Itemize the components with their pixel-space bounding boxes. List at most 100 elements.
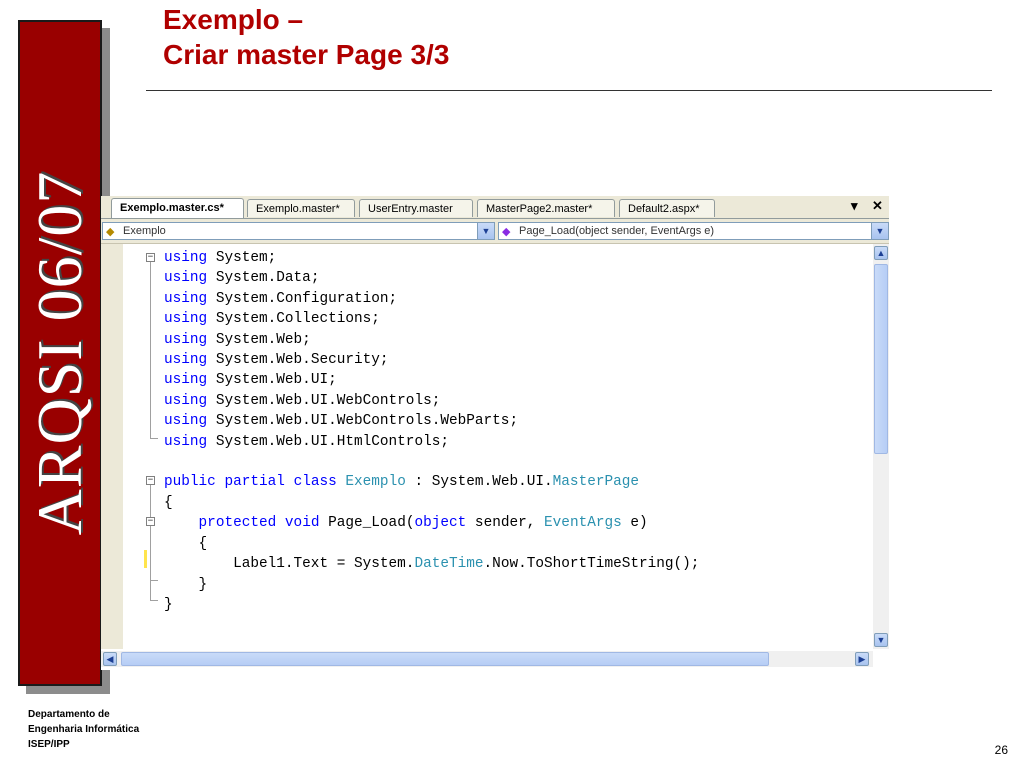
- chevron-down-icon[interactable]: ▼: [874, 633, 888, 647]
- code-token: System;: [207, 250, 277, 266]
- code-area[interactable]: − − − using System; using System.Data; usi…: [101, 244, 873, 649]
- code-line[interactable]: }: [164, 575, 699, 595]
- code-line[interactable]: using System.Configuration;: [164, 289, 699, 309]
- tab-masterpage2-master[interactable]: MasterPage2.master*: [477, 199, 615, 217]
- member-combo[interactable]: ◆ Page_Load(object sender, EventArgs e) …: [498, 222, 889, 240]
- code-line[interactable]: using System.Web.UI.HtmlControls;: [164, 432, 699, 452]
- code-line[interactable]: {: [164, 493, 699, 513]
- code-token: System.Web.Security;: [207, 352, 389, 369]
- code-line[interactable]: using System.Data;: [164, 268, 699, 288]
- keyword-token: using: [164, 311, 208, 328]
- code-token: System.Web.UI.HtmlControls;: [207, 433, 449, 450]
- code-line[interactable]: using System.Collections;: [164, 309, 699, 329]
- keyword-token: using: [164, 290, 208, 307]
- tab-exemplo-master[interactable]: Exemplo.master*: [247, 199, 355, 217]
- outline-guide: [150, 262, 151, 438]
- keyword-token: using: [164, 392, 208, 409]
- keyword-token: using: [164, 331, 208, 348]
- document-tab-strip: Exemplo.master.cs* Exemplo.master* UserE…: [101, 196, 889, 219]
- keyword-token: using: [164, 250, 208, 266]
- tab-userentry-master[interactable]: UserEntry.master: [359, 199, 473, 217]
- collapse-icon[interactable]: −: [146, 476, 155, 485]
- code-token: System.Configuration;: [207, 290, 398, 307]
- keyword-token: public: [164, 474, 216, 491]
- horizontal-scrollbar[interactable]: ◀ ▶: [101, 651, 873, 667]
- chevron-left-icon[interactable]: ◀: [103, 652, 117, 666]
- code-token: {: [164, 535, 208, 552]
- code-token: sender,: [466, 515, 545, 532]
- change-marker: [144, 550, 147, 568]
- outline-guide: [150, 438, 158, 439]
- code-token: .Now.ToShortTimeString();: [483, 556, 700, 573]
- class-combo[interactable]: ◆ Exemplo ▼: [102, 222, 495, 240]
- code-token: System.Data;: [207, 270, 320, 287]
- course-banner: ARQSI 06/07: [18, 20, 102, 686]
- code-line[interactable]: }: [164, 595, 699, 615]
- footer-line-1: Departamento de: [28, 709, 110, 720]
- type-token: Exemplo: [345, 474, 406, 491]
- keyword-token: class: [293, 474, 337, 491]
- source-code[interactable]: using System; using System.Data; using Sys…: [164, 248, 699, 615]
- scroll-thumb[interactable]: [121, 652, 769, 666]
- keyword-token: using: [164, 413, 208, 430]
- footer-line-2: Engenharia Informática: [28, 724, 140, 735]
- page-number: 26: [994, 743, 1008, 757]
- code-token: System.Collections;: [207, 311, 380, 328]
- vertical-scrollbar[interactable]: ▲ ▼: [873, 244, 889, 649]
- chevron-up-icon[interactable]: ▲: [874, 246, 888, 260]
- close-icon[interactable]: ✕: [872, 198, 883, 214]
- dropdown-pin-icon[interactable]: ▾: [851, 198, 858, 214]
- footer-line-3: ISEP/IPP: [28, 739, 70, 750]
- slide-title: Exemplo – Criar master Page 3/3: [163, 2, 449, 72]
- code-line[interactable]: public partial class Exemplo : System.We…: [164, 472, 699, 492]
- scroll-thumb[interactable]: [874, 264, 888, 454]
- code-editor-window: Exemplo.master.cs* Exemplo.master* UserE…: [101, 196, 889, 670]
- type-token: MasterPage: [552, 474, 640, 491]
- chevron-down-icon[interactable]: ▼: [477, 223, 494, 239]
- class-icon: ◆: [106, 226, 115, 238]
- code-token: System.Web.UI.WebControls;: [207, 392, 441, 409]
- method-icon: ◆: [502, 226, 511, 238]
- footer-institution: Departamento de Engenharia Informática I…: [28, 707, 139, 752]
- code-line[interactable]: using System.Web;: [164, 330, 699, 350]
- code-line[interactable]: using System.Web.UI;: [164, 370, 699, 390]
- code-token: Label1.Text = System.: [164, 556, 415, 573]
- banner-text: ARQSI 06/07: [24, 170, 95, 536]
- code-token: }: [164, 576, 208, 593]
- code-token: }: [164, 596, 173, 613]
- keyword-token: using: [164, 352, 208, 369]
- keyword-token: void: [284, 515, 320, 532]
- code-token: e): [621, 515, 648, 532]
- member-combo-value: Page_Load(object sender, EventArgs e): [519, 225, 715, 237]
- collapse-icon[interactable]: −: [146, 517, 155, 526]
- code-line[interactable]: using System.Web.UI.WebControls.WebParts…: [164, 411, 699, 431]
- keyword-token: partial: [224, 474, 285, 491]
- code-token: Page_Load(: [319, 515, 415, 532]
- code-token: : System.Web.UI.: [405, 474, 553, 491]
- code-line[interactable]: using System.Web.Security;: [164, 350, 699, 370]
- chevron-down-icon[interactable]: ▼: [871, 223, 888, 239]
- tab-exemplo-master-cs[interactable]: Exemplo.master.cs*: [111, 198, 244, 218]
- tab-default2-aspx[interactable]: Default2.aspx*: [619, 199, 715, 217]
- code-line[interactable]: using System;: [164, 248, 699, 268]
- code-line[interactable]: Label1.Text = System.DateTime.Now.ToShor…: [164, 554, 699, 574]
- outline-guide: [150, 485, 151, 600]
- code-token: {: [164, 494, 173, 511]
- keyword-token: using: [164, 270, 208, 287]
- type-token: DateTime: [414, 556, 484, 573]
- code-line[interactable]: using System.Web.UI.WebControls;: [164, 391, 699, 411]
- keyword-token: protected: [198, 515, 277, 532]
- code-line[interactable]: {: [164, 534, 699, 554]
- chevron-right-icon[interactable]: ▶: [855, 652, 869, 666]
- navigation-bar: ◆ Exemplo ▼ ◆ Page_Load(object sender, E…: [101, 219, 889, 244]
- code-line[interactable]: protected void Page_Load(object sender, …: [164, 513, 699, 533]
- code-line[interactable]: [164, 452, 699, 472]
- keyword-token: using: [164, 433, 208, 450]
- title-divider: [146, 90, 992, 91]
- type-token: EventArgs: [544, 515, 622, 532]
- collapse-icon[interactable]: −: [146, 253, 155, 262]
- title-line-2: Criar master Page 3/3: [163, 39, 450, 70]
